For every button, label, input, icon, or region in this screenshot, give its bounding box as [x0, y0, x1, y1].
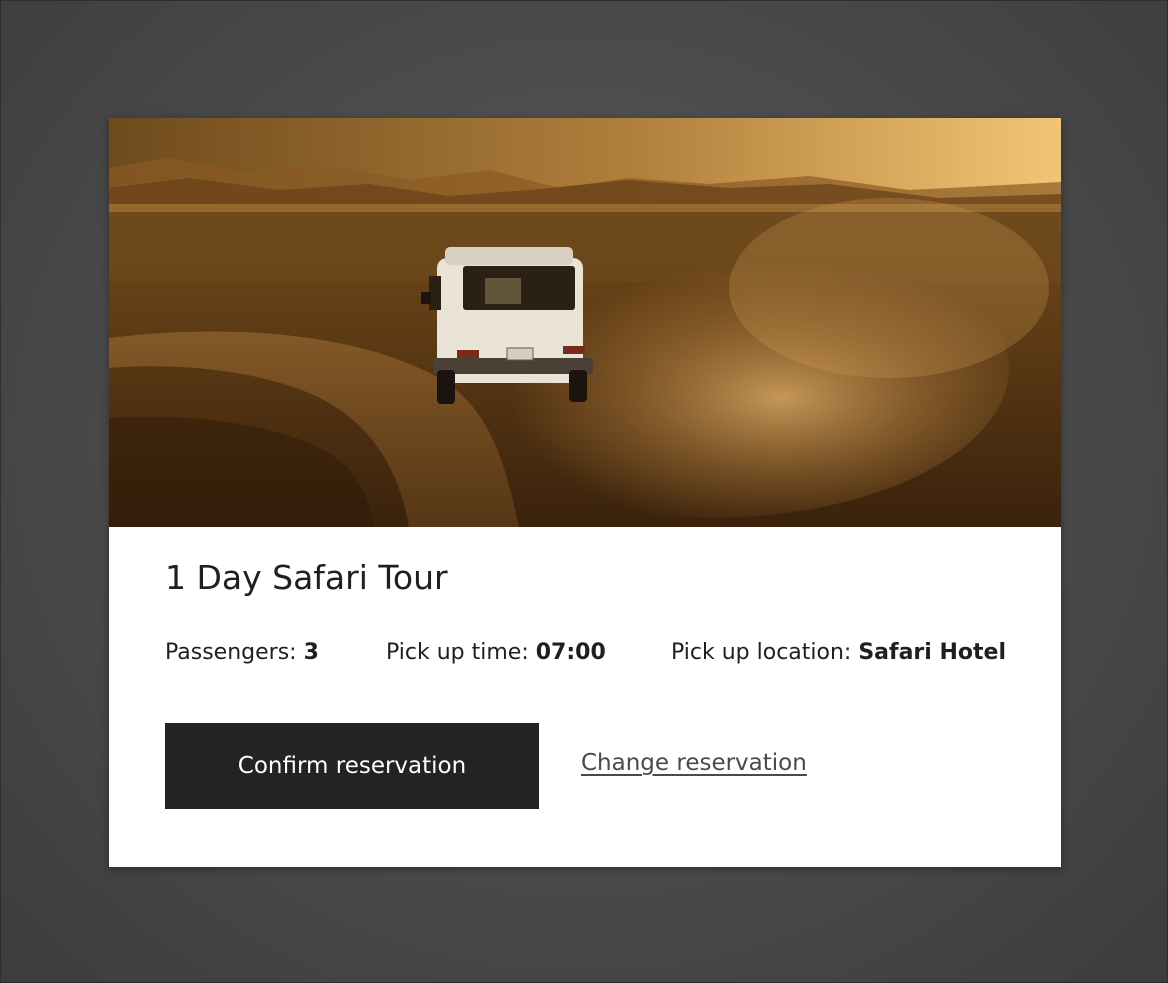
safari-hero-image	[109, 118, 1061, 527]
passengers-label: Passengers:	[165, 640, 304, 665]
tour-title: 1 Day Safari Tour	[165, 558, 448, 597]
passengers-value: 3	[303, 640, 319, 665]
passengers-detail: Passengers: 3	[165, 637, 319, 669]
change-reservation-link[interactable]: Change reservation	[581, 746, 807, 780]
confirm-reservation-button[interactable]: Confirm reservation	[165, 723, 539, 809]
pickup-time-label: Pick up time:	[386, 640, 536, 665]
pickup-time-value: 07:00	[535, 640, 606, 665]
reservation-card: 1 Day Safari Tour Passengers: 3 Pick up …	[109, 118, 1061, 867]
pickup-location-label: Pick up location:	[671, 640, 859, 665]
pickup-location-value: Safari Hotel	[858, 640, 1006, 665]
reservation-details: Passengers: 3 Pick up time: 07:00 Pick u…	[165, 637, 1025, 669]
pickup-location-detail: Pick up location: Safari Hotel	[671, 637, 1006, 669]
pickup-time-detail: Pick up time: 07:00	[386, 637, 606, 669]
